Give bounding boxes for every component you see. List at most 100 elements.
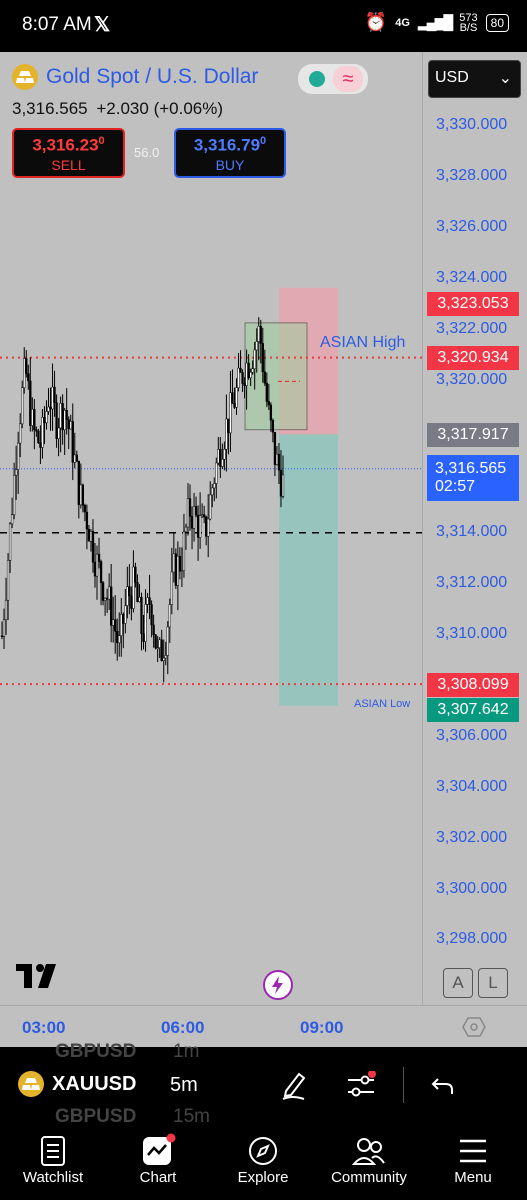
- market-status-dot-icon: [309, 71, 325, 87]
- undo-icon[interactable]: [430, 1075, 456, 1102]
- candle-body: [196, 514, 200, 538]
- lightning-button[interactable]: [263, 970, 293, 1000]
- candle-body: [170, 571, 173, 605]
- asian-high-label: ASIAN High: [320, 334, 405, 351]
- price-axis-tick: 3,304.000: [436, 777, 508, 795]
- tradingview-logo: [16, 962, 66, 993]
- candle-body: [120, 614, 123, 636]
- candle-body: [112, 619, 115, 626]
- candle-body: [122, 614, 125, 624]
- candle-body: [45, 411, 48, 424]
- instrument-header[interactable]: Gold Spot / U.S. Dollar: [12, 64, 258, 90]
- price-axis[interactable]: 3,330.000 3,328.000 3,326.000 3,324.000 3,32…: [422, 52, 527, 1005]
- currency-select[interactable]: USD ⌄: [428, 60, 521, 98]
- candle-body: [249, 372, 252, 379]
- candle-body: [35, 429, 38, 432]
- candle-body: [174, 553, 178, 586]
- price-axis-tick: 3,298.000: [436, 930, 508, 948]
- log-scale-button[interactable]: L: [478, 968, 508, 998]
- price-axis-tick: 3,314.000: [436, 523, 508, 541]
- candle-body: [83, 504, 87, 513]
- candle-body: [0, 635, 4, 637]
- candle-body: [15, 469, 18, 476]
- nav-watchlist[interactable]: Watchlist: [3, 1125, 103, 1200]
- candle-body: [116, 630, 119, 644]
- candle-body: [255, 341, 258, 351]
- nav-chart[interactable]: Chart: [108, 1125, 208, 1200]
- candle-body: [10, 514, 14, 525]
- candle-body: [190, 516, 194, 529]
- candle-body: [55, 402, 58, 439]
- candle-body: [148, 597, 151, 605]
- candle-body: [130, 595, 133, 609]
- chart-canvas[interactable]: ASIAN High ASIAN Low: [0, 52, 422, 1005]
- candle-body: [281, 474, 285, 497]
- candle-body: [41, 417, 44, 448]
- candle-body: [168, 604, 171, 628]
- candle-body: [205, 516, 208, 537]
- buy-button[interactable]: 3,316.790 BUY: [174, 128, 286, 178]
- asian-low-tag: 3,308.099: [427, 673, 519, 697]
- candle-body: [29, 380, 32, 426]
- nav-label: Watchlist: [22, 1169, 84, 1186]
- symbol-button[interactable]: XAUUSD: [18, 1071, 136, 1097]
- candle-body: [231, 392, 234, 404]
- candle-body: [53, 386, 56, 403]
- candle-body: [138, 597, 141, 602]
- candle-body: [134, 566, 137, 583]
- quote-line: 3,316.565 +2.030 (+0.06%): [12, 99, 223, 119]
- candle-body: [235, 387, 238, 408]
- sell-button[interactable]: 3,316.230 SELL: [12, 128, 125, 178]
- candle-body: [75, 454, 78, 462]
- candle-body: [180, 570, 184, 572]
- data-speed: 573 B/S: [459, 11, 478, 34]
- asian-high-tag: 3,320.934: [427, 346, 519, 370]
- candle-body: [101, 582, 105, 601]
- candle-body: [23, 358, 26, 388]
- candle-body: [198, 515, 202, 538]
- chart-toolbar: GBPUSD 1m GBPUSD 15m XAUUSD 5m: [0, 1041, 527, 1127]
- candle-body: [31, 409, 34, 426]
- candle-body: [4, 599, 8, 621]
- candle-body: [200, 514, 204, 517]
- indicators-sliders-icon[interactable]: [345, 1070, 377, 1106]
- indicator-toggle[interactable]: ≈: [298, 64, 368, 94]
- candle-body: [221, 459, 224, 467]
- candle-body: [2, 619, 6, 637]
- draw-pen-icon[interactable]: [280, 1069, 308, 1106]
- spread-value: 56.0: [134, 145, 160, 160]
- signal-icon: ▂▄▆█: [417, 14, 453, 30]
- candle-body: [19, 423, 22, 444]
- candle-body: [81, 484, 85, 506]
- candle-body: [225, 418, 228, 450]
- candle-body: [152, 624, 155, 635]
- interval-button[interactable]: 5m: [170, 1074, 198, 1097]
- candle-body: [277, 453, 281, 471]
- candle-body: [6, 560, 10, 601]
- candle-body: [79, 484, 82, 506]
- candle-body: [124, 605, 127, 624]
- candle-body: [279, 469, 283, 497]
- nav-menu[interactable]: Menu: [423, 1125, 523, 1200]
- candle-body: [164, 655, 167, 659]
- nav-label: Menu: [454, 1169, 492, 1186]
- candle-body: [89, 531, 93, 542]
- candle-body: [166, 626, 169, 656]
- candle-body: [182, 531, 186, 571]
- candle-body: [178, 556, 182, 572]
- auto-scale-button[interactable]: A: [443, 968, 473, 998]
- settings-hex-icon[interactable]: [462, 1016, 486, 1043]
- candle-body: [61, 403, 64, 431]
- sell-label: SELL: [51, 156, 86, 173]
- candle-body: [239, 367, 242, 373]
- candle-body: [71, 421, 74, 463]
- candle-body: [160, 639, 163, 661]
- price-chart[interactable]: ASIAN High ASIAN Low: [0, 52, 422, 1005]
- candle-body: [47, 406, 50, 412]
- nav-community[interactable]: Community: [319, 1125, 419, 1200]
- community-icon: [352, 1138, 385, 1165]
- price-axis-tick: 3,320.000: [436, 370, 508, 388]
- candle-body: [209, 494, 212, 520]
- candle-body: [158, 639, 161, 648]
- nav-explore[interactable]: Explore: [213, 1125, 313, 1200]
